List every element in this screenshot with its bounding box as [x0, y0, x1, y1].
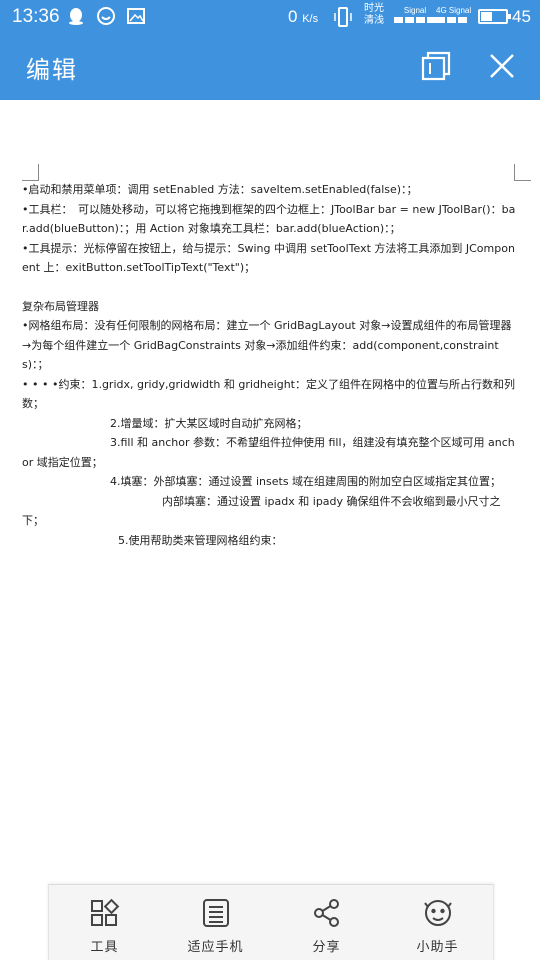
doc-line: 5.使用帮助类来管理网格组约束： [118, 533, 283, 547]
signal-2-label: 4G Signal [436, 6, 472, 15]
battery-level: 45 [512, 7, 531, 26]
share-button[interactable]: 分享 [271, 885, 382, 960]
copy-button[interactable] [418, 48, 454, 84]
share-label: 分享 [312, 940, 341, 955]
doc-line: 2.增量域：扩大某区域时自动扩充网格； [110, 416, 308, 430]
doc-line: 内部填塞：通过设置 ipadx 和 ipady 确保组件不会收缩到最小尺寸之下； [22, 492, 518, 531]
vibrate-icon [334, 7, 352, 27]
close-icon [490, 54, 514, 78]
signal-1-label: Signal [403, 6, 427, 15]
carrier-line-1: 时光 [364, 3, 384, 14]
doc-line: •工具提示：光标停留在按钮上，给与提示：Swing 中调用 setToolTex… [22, 241, 515, 275]
signal-2: 4G Signal [436, 6, 471, 23]
net-speed-unit: K/s [302, 13, 319, 25]
section-title: 复杂布局管理器 [22, 299, 99, 313]
doc-line: •工具栏： 可以随处移动，可以将它拖拽到框架的四个边框上：JToolBar ba… [22, 202, 516, 236]
assistant-button[interactable]: 小助手 [382, 885, 493, 960]
doc-line: •启动和禁用菜单项：调用 setEnabled 方法：saveItem.setE… [22, 183, 418, 196]
fit-phone-button[interactable]: 适应手机 [160, 885, 271, 960]
tools-grid-icon [90, 898, 119, 926]
doc-line: •网格组布局：没有任何限制的网格布局：建立一个 GridBagLayout 对象… [22, 319, 512, 371]
battery-icon [478, 9, 511, 24]
page-title: 编辑 [26, 56, 78, 84]
status-bar: 13:36 0 K/s 时光 清浅 Signal 4G Signal 45 [0, 0, 540, 34]
signal-1-bars [394, 17, 436, 23]
tools-label: 工具 [90, 940, 119, 955]
fit-phone-icon [202, 899, 229, 927]
signal-1: Signal [394, 6, 436, 23]
chat-bubble-icon [97, 7, 115, 25]
close-button[interactable] [484, 48, 520, 84]
carrier-name: 时光 清浅 [364, 3, 384, 27]
crop-mark-left [22, 164, 39, 181]
signal-2-bars [436, 17, 471, 23]
doc-line-text: 3.fill 和 anchor 参数：不希望组件拉伸使用 fill，组建没有填充… [22, 436, 515, 469]
share-icon [313, 899, 339, 927]
document-body[interactable]: •启动和禁用菜单项：调用 setEnabled 方法：saveItem.setE… [22, 180, 518, 550]
app-frame: 13:36 0 K/s 时光 清浅 Signal 4G Signal 45 编辑… [0, 0, 540, 960]
tools-button[interactable]: 工具 [49, 885, 160, 960]
app-header: 编辑 [0, 34, 540, 100]
assistant-icon [423, 900, 452, 926]
doc-line-text: 内部填塞：通过设置 ipadx 和 ipady 确保组件不会收缩到最小尺寸之下； [22, 494, 501, 528]
carrier-line-2: 清浅 [364, 15, 384, 26]
document-page[interactable]: •启动和禁用菜单项：调用 setEnabled 方法：saveItem.setE… [0, 100, 540, 886]
crop-mark-right [514, 164, 531, 181]
doc-line: • • • •约束：1.gridx, gridy,gridwidth 和 gri… [22, 377, 515, 411]
image-message-icon [127, 8, 145, 24]
qq-icon [69, 8, 83, 25]
net-speed-value: 0 [288, 7, 298, 26]
bottom-toolbar: 工具 适应手机 分享 小助手 [48, 884, 494, 960]
copy-icon [421, 51, 451, 81]
doc-line: 3.fill 和 anchor 参数：不希望组件拉伸使用 fill，组建没有填充… [22, 433, 518, 472]
net-speed: 0 K/s [288, 7, 318, 27]
notification-icons [66, 6, 146, 26]
doc-line-text: 4.填塞：外部填塞：通过设置 insets 域在组建周围的附加空白区域指定其位置… [110, 475, 502, 488]
battery-fill [481, 12, 492, 21]
doc-line: 4.填塞：外部填塞：通过设置 insets 域在组建周围的附加空白区域指定其位置… [22, 472, 518, 492]
fit-phone-label: 适应手机 [187, 940, 244, 955]
assistant-label: 小助手 [416, 940, 459, 955]
status-time: 13:36 [12, 6, 60, 27]
